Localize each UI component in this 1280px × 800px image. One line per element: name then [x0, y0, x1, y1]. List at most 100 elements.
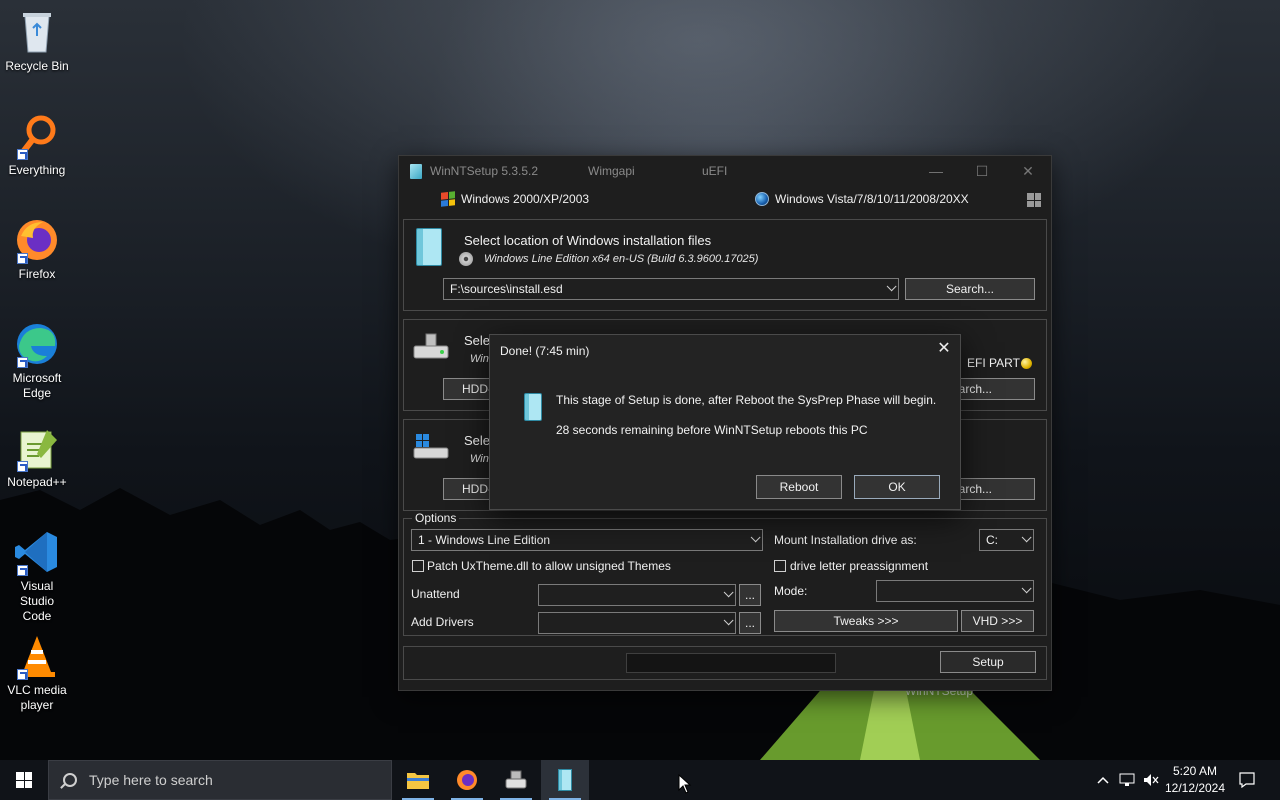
windows-start-icon [16, 772, 32, 788]
done-dialog: Done! (7:45 min) ✕ This stage of Setup i… [489, 334, 961, 510]
os-tab-legacy[interactable]: Windows 2000/XP/2003 [441, 191, 589, 207]
dialog-title: Done! (7:45 min) [500, 344, 590, 358]
ok-button[interactable]: OK [854, 475, 940, 499]
window-title: WinNTSetup 5.3.5.2 [430, 164, 539, 178]
shortcut-arrow-icon [17, 149, 28, 160]
desktop-icon-recycle-bin[interactable]: Recycle Bin [4, 8, 70, 74]
taskbar-search-box[interactable]: Type here to search [48, 760, 392, 800]
mouse-cursor-icon [678, 774, 692, 794]
desktop-icon-firefox[interactable]: Firefox [4, 216, 70, 282]
firefox-icon [13, 216, 61, 264]
unattend-browse-button[interactable]: ... [739, 584, 761, 606]
desktop-icon-vlc[interactable]: VLC media player [4, 632, 70, 713]
chevron-down-icon [723, 587, 734, 598]
chevron-down-icon [886, 281, 897, 292]
desktop-icon-label: VLC media player [7, 683, 67, 712]
close-button[interactable]: ✕ [1005, 156, 1051, 186]
shortcut-arrow-icon [17, 357, 28, 368]
everything-search-icon [13, 112, 61, 160]
usb-drive-icon [413, 333, 449, 359]
taskbar-winntsetup[interactable] [541, 760, 589, 800]
chevron-up-icon [1097, 776, 1109, 784]
dialog-message-stage: This stage of Setup is done, after Reboo… [556, 393, 937, 407]
setup-progress-bar [626, 653, 836, 673]
shortcut-arrow-icon [17, 461, 28, 472]
unattend-combo[interactable] [538, 584, 736, 606]
desktop-icon-edge[interactable]: Microsoft Edge [4, 320, 70, 401]
minimize-button[interactable]: — [913, 156, 959, 186]
taskbar-file-explorer[interactable] [394, 760, 442, 800]
clock-date: 12/12/2024 [1164, 781, 1226, 795]
source-search-button[interactable]: Search... [905, 278, 1035, 300]
mount-drive-value: C: [986, 533, 998, 547]
mode-select[interactable] [876, 580, 1034, 602]
mode-label: Mode: [774, 584, 808, 598]
desktop-icon-label: Visual Studio Code [19, 579, 55, 623]
taskbar-firefox[interactable] [443, 760, 491, 800]
desktop-icon-label: Recycle Bin [5, 59, 69, 73]
tweaks-button[interactable]: Tweaks >>> [774, 610, 958, 632]
vhd-button[interactable]: VHD >>> [961, 610, 1034, 632]
drive-letter-checkbox[interactable] [774, 560, 786, 572]
setup-bar: Setup [403, 646, 1047, 680]
winntsetup-icon [524, 393, 542, 421]
source-group: Select location of Windows installation … [403, 219, 1047, 311]
desktop-icon-notepad-plus-plus[interactable]: Notepad++ [4, 424, 70, 490]
edition-value: 1 - Windows Line Edition [418, 533, 551, 547]
source-path-value: F:\sources\install.esd [450, 282, 563, 296]
taskbar: Type here to search 5:20 AM 12/12/2024 [0, 760, 1280, 800]
search-placeholder: Type here to search [89, 772, 213, 788]
efi-status-indicator [1021, 358, 1032, 369]
mount-drive-label: Mount Installation drive as: [774, 533, 917, 547]
taskbar-clock[interactable]: 5:20 AM 12/12/2024 [1160, 763, 1230, 797]
winntsetup-app-icon [410, 163, 422, 179]
network-icon [1119, 773, 1135, 786]
chevron-down-icon [1021, 532, 1032, 543]
patch-uxtheme-checkbox[interactable] [412, 560, 424, 572]
dialog-close-button[interactable]: ✕ [934, 339, 954, 359]
install-media-icon [416, 228, 442, 266]
notepad-plus-plus-icon [13, 424, 61, 472]
desktop-icon-everything[interactable]: Everything [4, 112, 70, 178]
firefox-icon [457, 770, 477, 790]
notifications-button[interactable] [1236, 760, 1258, 800]
add-drivers-browse-button[interactable]: ... [739, 612, 761, 634]
dialog-message-countdown: 28 seconds remaining before WinNTSetup r… [556, 423, 868, 437]
recycle-bin-icon [13, 8, 61, 56]
source-path-combo[interactable]: F:\sources\install.esd [443, 278, 899, 300]
drive-icon [505, 770, 527, 789]
setup-button[interactable]: Setup [940, 651, 1036, 673]
volume-button[interactable] [1140, 760, 1162, 800]
options-group: Options 1 - Windows Line Edition Patch U… [403, 511, 1047, 636]
clock-time: 5:20 AM [1172, 764, 1218, 778]
chevron-down-icon [1021, 583, 1032, 594]
start-button[interactable] [0, 760, 48, 800]
vscode-icon [13, 528, 61, 576]
shortcut-arrow-icon [17, 669, 28, 680]
mount-drive-select[interactable]: C: [979, 529, 1034, 551]
windows-vista-orb-icon [755, 192, 769, 206]
os-modern-label: Windows Vista/7/8/10/11/2008/20XX [775, 192, 969, 206]
network-button[interactable] [1116, 760, 1138, 800]
winntsetup-icon [558, 769, 572, 791]
reboot-button[interactable]: Reboot [756, 475, 842, 499]
edition-select[interactable]: 1 - Windows Line Edition [411, 529, 763, 551]
unattend-label: Unattend [411, 587, 460, 601]
source-image-info: Windows Line Edition x64 en-US (Build 6.… [484, 253, 759, 265]
edge-icon [13, 320, 61, 368]
windows-hdd-icon [413, 434, 449, 459]
source-heading: Select location of Windows installation … [464, 233, 712, 248]
speaker-muted-icon [1144, 774, 1159, 786]
chevron-down-icon [723, 615, 734, 626]
add-drivers-combo[interactable] [538, 612, 736, 634]
notification-icon [1239, 772, 1255, 788]
title-uefi: uEFI [702, 164, 728, 178]
taskbar-disk-tool[interactable] [492, 760, 540, 800]
options-legend: Options [412, 511, 460, 525]
desktop-icon-label: Notepad++ [7, 475, 67, 489]
os-tab-modern[interactable]: Windows Vista/7/8/10/11/2008/20XX [755, 192, 969, 206]
desktop-icon-vscode[interactable]: Visual Studio Code [4, 528, 70, 624]
vlc-cone-icon [13, 632, 61, 680]
show-hidden-icons-button[interactable] [1094, 760, 1112, 800]
maximize-button[interactable]: ☐ [959, 156, 1005, 186]
